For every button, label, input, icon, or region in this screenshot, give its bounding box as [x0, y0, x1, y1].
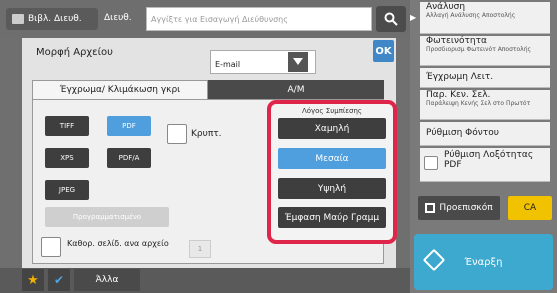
sidebar-item-title: Ρύθμιση Φόντου — [426, 128, 499, 138]
top-bar: Βιβλ. Διευθ. Διευθ. Αγγίξτε για Εισαγωγή… — [0, 0, 410, 38]
format-xps-button[interactable]: XPS — [45, 148, 89, 168]
sidebar-item-title: Φωτεινότητα — [426, 36, 487, 46]
other-button[interactable]: Άλλα — [74, 269, 140, 291]
sidebar-item-pdf-skew[interactable]: Ρύθμιση Λοξότητας PDF — [420, 148, 550, 182]
compression-title: Λόγος Συμπίεσης — [301, 107, 363, 115]
address-book-button[interactable]: Βιβλ. Διευθ. — [6, 8, 98, 30]
address-book-icon — [12, 14, 24, 24]
search-icon — [384, 12, 398, 26]
pages-per-file-checkbox[interactable] — [41, 237, 61, 257]
sidebar-item-subtitle: Παράλειψη Κενής Σελ στο Πρωτότ — [426, 100, 531, 107]
chevron-down-icon — [293, 58, 303, 65]
sidebar-item-background[interactable]: Ρύθμιση Φόντου — [420, 122, 550, 146]
sidebar-item-resolution[interactable]: Ανάλυση Αλλαγή Ανάλυσης Αποστολής — [420, 2, 550, 34]
preview-icon — [425, 203, 436, 213]
format-tiff-button[interactable]: TIFF — [45, 116, 89, 136]
format-label: Μορφή Αρχείου — [36, 47, 113, 58]
programmed-button[interactable]: Προγραμματισμένο — [45, 207, 169, 227]
preview-button[interactable]: Προεπισκόπ — [418, 196, 500, 220]
start-label: Έναρξη — [464, 256, 503, 268]
encrypt-label: Κρυπτ. — [191, 129, 222, 139]
sidebar-item-title: Παρ. Κεν. Σελ. — [426, 90, 491, 100]
tab-black-white[interactable]: Α/Μ — [208, 80, 384, 99]
file-format-panel: Μορφή Αρχείου E-mail OK Έγχρωμα/ Κλιμάκω… — [22, 38, 397, 268]
sidebar-item-blank-page-skip[interactable]: Παρ. Κεν. Σελ. Παράλειψη Κενής Σελ στο Π… — [420, 90, 550, 120]
format-jpeg-button[interactable]: JPEG — [45, 180, 89, 200]
sidebar-item-brightness[interactable]: Φωτεινότητα Προσδιορισμ Φωτεινότ Αποστολ… — [420, 36, 550, 66]
sidebar-toggle-icon[interactable]: ▶ — [410, 8, 420, 26]
sidebar-item-color-mode[interactable]: Έγχρωμη Λειτ. — [420, 68, 550, 88]
sidebar-item-title: Ανάλυση — [426, 2, 466, 12]
bottom-bar: ★ ✔ Άλλα — [0, 268, 410, 293]
search-button[interactable] — [376, 6, 406, 32]
compression-low-button[interactable]: Χαμηλή — [278, 118, 386, 139]
select-arrow-button[interactable] — [288, 52, 308, 72]
pdf-skew-checkbox[interactable] — [424, 156, 438, 170]
format-pdf-button[interactable]: PDF — [107, 116, 151, 136]
sidebar-item-title: Ρύθμιση Λοξότητας PDF — [444, 150, 534, 170]
tab-content: TIFF PDF XPS PDF/A JPEG Προγραμματισμένο… — [32, 99, 397, 264]
tab-color-grayscale[interactable]: Έγχρωμα/ Κλιμάκωση γκρι — [32, 80, 208, 99]
compression-high-button[interactable]: Υψηλή — [278, 178, 386, 199]
check-icon[interactable]: ✔ — [48, 269, 70, 291]
sidebar-item-title: Έγχρωμη Λειτ. — [426, 72, 494, 82]
compression-group: Λόγος Συμπίεσης Χαμηλή Μεσαία Υψηλή Έμφα… — [267, 100, 397, 244]
format-pdfa-button[interactable]: PDF/A — [107, 148, 151, 168]
screen: Βιβλ. Διευθ. Διευθ. Αγγίξτε για Εισαγωγή… — [0, 0, 557, 293]
pages-per-file-input[interactable]: 1 — [189, 240, 211, 258]
address-label: Διευθ. — [104, 13, 132, 23]
start-button[interactable]: Έναρξη — [414, 234, 553, 290]
pages-per-file-label: Καθορ. σελίδ. ανα αρχείο — [67, 239, 169, 248]
preview-label: Προεπισκόπ — [439, 203, 493, 213]
address-book-label: Βιβλ. Διευθ. — [28, 14, 82, 24]
compression-medium-button[interactable]: Μεσαία — [278, 148, 386, 169]
start-icon — [422, 248, 446, 272]
favorites-star-icon[interactable]: ★ — [22, 269, 44, 291]
emphasize-black-lines-button[interactable]: Έμφαση Μαύρ Γραμμ — [278, 207, 386, 228]
sidebar-item-subtitle: Προσδιορισμ Φωτεινότ Αποστολής — [426, 46, 532, 53]
sidebar-item-subtitle: Αλλαγή Ανάλυσης Αποστολής — [426, 12, 516, 19]
address-input[interactable]: Αγγίξτε για Εισαγωγή Διεύθυνσης — [146, 7, 372, 31]
clear-all-button[interactable]: CA — [508, 196, 552, 220]
ok-button[interactable]: OK — [373, 40, 394, 62]
encrypt-checkbox[interactable] — [167, 124, 187, 144]
